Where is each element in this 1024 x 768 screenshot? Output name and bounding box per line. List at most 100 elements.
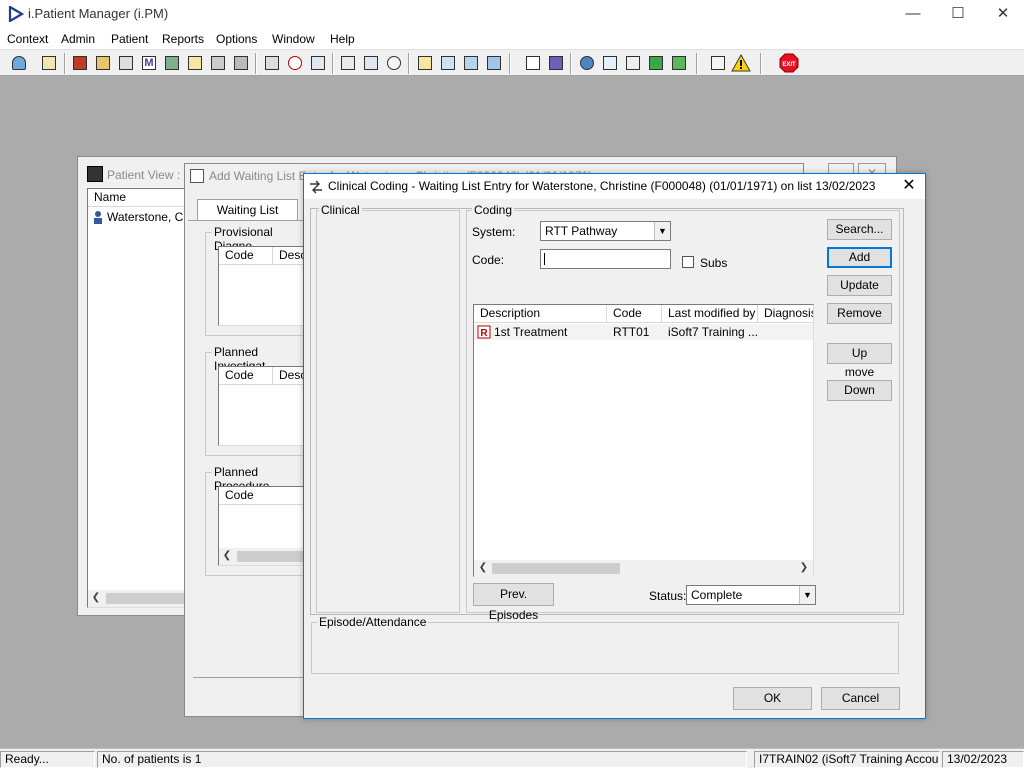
table-row[interactable]: R 1st Treatment RTT01 iSoft7 Training ..… (474, 324, 813, 340)
clock-icon[interactable] (285, 53, 305, 73)
status-account: I7TRAIN02 (iSoft7 Training Account) (754, 751, 940, 768)
add-button[interactable]: Add (827, 247, 892, 268)
warning-icon[interactable] (731, 53, 751, 73)
patient-list: Name Waterstone, Chr ❮ (87, 188, 194, 608)
system-select[interactable]: RTT Pathway ▼ (540, 221, 671, 241)
compass-icon[interactable] (384, 53, 404, 73)
code-input[interactable] (540, 249, 671, 269)
menu-admin[interactable]: Admin (61, 32, 95, 46)
patient-person-icon (94, 211, 102, 224)
menu-reports[interactable]: Reports (162, 32, 204, 46)
code-column-header[interactable]: Code (219, 367, 273, 385)
ok-button[interactable]: OK (733, 687, 812, 710)
ambulance-icon[interactable] (461, 53, 481, 73)
patient-search-icon[interactable] (9, 53, 29, 73)
mail-icon[interactable] (600, 53, 620, 73)
print-icon[interactable] (39, 53, 59, 73)
scroll-left-icon[interactable]: ❮ (475, 560, 491, 576)
add-wl-icon (190, 169, 204, 183)
system-label: System: (472, 225, 516, 239)
treatment-icon: R (477, 325, 491, 339)
green-arrow-icon[interactable] (646, 53, 666, 73)
coding-list-hscroll[interactable]: ❮ ❯ (474, 560, 813, 577)
swap-icon[interactable] (708, 53, 728, 73)
move-up-button[interactable]: Up (827, 343, 892, 364)
patient-list-hscroll[interactable]: ❮ (88, 590, 188, 607)
diagnosis-column-header[interactable]: Diagnosis (758, 305, 814, 323)
app-title: i.Patient Manager (i.PM) (28, 6, 169, 21)
patient-view-title: Patient View : (107, 168, 181, 182)
code-label: Code: (472, 253, 505, 267)
tab-waiting-list-details[interactable]: Waiting List Details (197, 199, 298, 237)
scroll-right-icon[interactable]: ❯ (796, 560, 812, 576)
row-description: 1st Treatment (494, 325, 568, 339)
menu-window[interactable]: Window (272, 32, 315, 46)
check-list-icon[interactable] (623, 53, 643, 73)
menu-help[interactable]: Help (330, 32, 355, 46)
prev-episodes-button[interactable]: Prev. Episodes (473, 583, 554, 622)
status-value: Complete (691, 588, 743, 602)
notes-icon[interactable] (185, 53, 205, 73)
move-down-button[interactable]: Down (827, 380, 892, 401)
description-column-header[interactable]: Description (474, 305, 607, 323)
bed-icon[interactable] (208, 53, 228, 73)
code-column-header[interactable]: Code (219, 247, 273, 265)
menu-options[interactable]: Options (216, 32, 257, 46)
svg-text:EXIT: EXIT (782, 62, 796, 68)
status-select[interactable]: Complete ▼ (686, 585, 816, 605)
system-dropdown-icon[interactable]: ▼ (654, 222, 670, 240)
scroll-left-icon[interactable]: ❮ (88, 590, 104, 606)
person-icon[interactable] (162, 53, 182, 73)
subs-checkbox[interactable] (682, 256, 694, 268)
planned-procedures-group: Planned Procedure Code ❮ (205, 465, 319, 576)
letters-icon[interactable] (361, 53, 381, 73)
status-ready: Ready... (0, 751, 95, 768)
scroll-thumb[interactable] (492, 563, 620, 574)
episode-attendance-group: Episode/Attendance (311, 615, 899, 674)
document-icon[interactable] (523, 53, 543, 73)
status-dropdown-icon[interactable]: ▼ (799, 586, 815, 604)
app-title-bar: i.Patient Manager (i.PM) — ☐ ✕ (0, 0, 1024, 29)
maximize-button[interactable]: ☐ (935, 0, 981, 29)
name-column-header[interactable]: Name (88, 189, 189, 207)
search-record-icon[interactable] (262, 53, 282, 73)
scroll-thumb[interactable] (237, 551, 307, 562)
scroll-thumb[interactable] (106, 593, 184, 604)
subs-label: Subs (700, 256, 728, 270)
referral-icon[interactable] (484, 53, 504, 73)
remove-button[interactable]: Remove (827, 303, 892, 324)
code-column-header[interactable]: Code (607, 305, 662, 323)
clinical-label: Clinical (319, 203, 362, 217)
scroll-left-icon[interactable]: ❮ (219, 548, 235, 564)
last-modified-column-header[interactable]: Last modified by (662, 305, 758, 323)
list-icon[interactable] (338, 53, 358, 73)
globe-icon[interactable] (577, 53, 597, 73)
m-icon[interactable]: M (139, 53, 159, 73)
monitor-icon[interactable] (308, 53, 328, 73)
patient-row[interactable]: Waterstone, Chr (90, 209, 194, 225)
dialog-close-button[interactable]: ✕ (897, 176, 921, 196)
text-cursor (544, 253, 545, 265)
planned-investigations-group: Planned Investigat Code Desc (205, 345, 319, 456)
status-bar: Ready... No. of patients is 1 I7TRAIN02 … (0, 748, 1024, 768)
svg-text:R: R (480, 328, 488, 339)
search-button[interactable]: Search... (827, 219, 892, 240)
note-icon[interactable] (415, 53, 435, 73)
update-button[interactable]: Update (827, 275, 892, 296)
row-code: RTT01 (613, 325, 650, 339)
dialog-title: Clinical Coding - Waiting List Entry for… (328, 179, 876, 193)
menu-patient[interactable]: Patient (111, 32, 148, 46)
coding-list: Description Code Last modified by Diagno… (473, 304, 814, 577)
book-icon[interactable] (70, 53, 90, 73)
approve-icon[interactable] (669, 53, 689, 73)
close-button[interactable]: ✕ (980, 0, 1024, 29)
exit-icon[interactable]: EXIT (779, 53, 799, 73)
minimize-button[interactable]: — (890, 0, 936, 29)
chart-icon[interactable] (546, 53, 566, 73)
image-icon[interactable] (438, 53, 458, 73)
menu-context[interactable]: Context (7, 32, 48, 46)
edit-record-icon[interactable] (93, 53, 113, 73)
cancel-button[interactable]: Cancel (821, 687, 900, 710)
form-icon[interactable] (116, 53, 136, 73)
transfer-icon[interactable] (231, 53, 251, 73)
